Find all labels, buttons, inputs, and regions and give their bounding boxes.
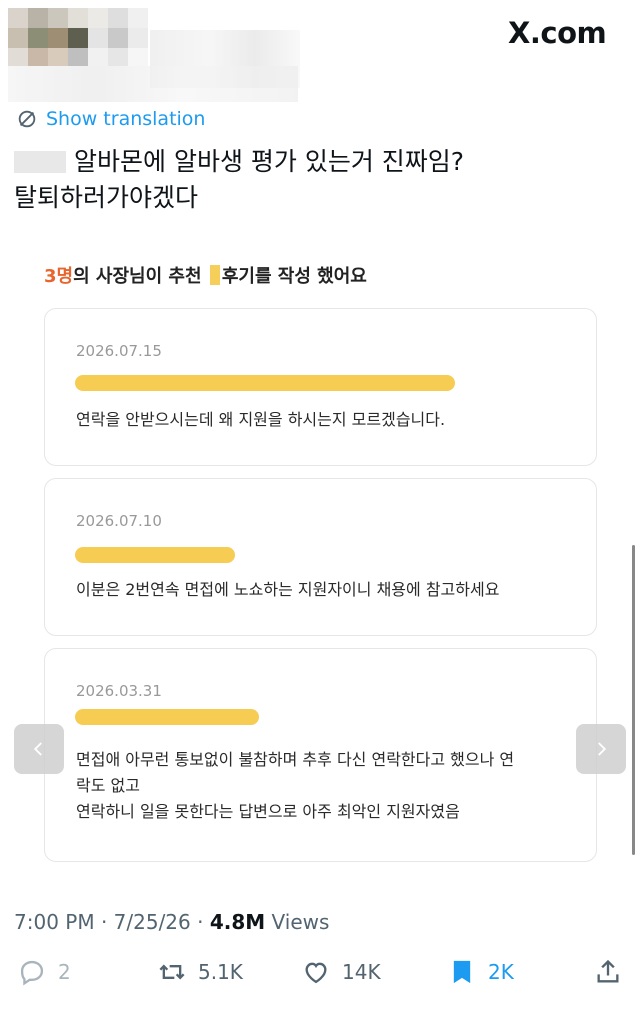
review-text-line: 연락하니 일을 못한다는 답변으로 아주 최악인 지원자였음 (76, 802, 460, 821)
redacted-text (14, 151, 66, 173)
redaction-highlight (75, 375, 455, 391)
reply-button[interactable]: 2 (18, 958, 71, 986)
review-date: 2026.03.31 (76, 682, 162, 700)
show-translation-label: Show translation (46, 108, 206, 130)
views-label: Views (265, 910, 330, 934)
views-count: 4.8M (209, 910, 266, 934)
review-count: 3명 (44, 266, 74, 287)
next-image-button[interactable] (576, 724, 626, 774)
username-redacted (8, 66, 298, 102)
redaction-highlight (75, 709, 259, 725)
highlight-mark (209, 265, 220, 285)
retweet-count: 5.1K (198, 960, 243, 984)
review-text-line: 락도 없고 (76, 776, 140, 795)
translate-icon (18, 110, 36, 128)
review-text-line: 면접애 아무런 통보없이 불참하며 추후 다신 연락한다고 했으나 연 (76, 750, 515, 769)
review-date: 2026.07.10 (76, 512, 162, 530)
review-card: 2026.07.15 연락을 안받으시는데 왜 지원을 하시는지 모르겠습니다. (44, 308, 597, 466)
review-section-title: 3명의 사장님이 추천 후기를 작성 했어요 (44, 262, 367, 288)
share-icon (597, 959, 619, 983)
reply-count: 2 (58, 960, 71, 984)
chevron-right-icon (598, 742, 607, 756)
review-card: 2026.07.10 이분은 2번연속 면접에 노쇼하는 지원자이니 채용에 참… (44, 478, 597, 636)
review-card: 2026.03.31 면접애 아무런 통보없이 불참하며 추후 다신 연락한다고… (44, 648, 597, 862)
review-title-part2: 후기를 작성 했어요 (221, 266, 367, 287)
review-text: 연락을 안받으시는데 왜 지원을 하시는지 모르겠습니다. (76, 410, 446, 429)
x-logo: X.com (508, 16, 607, 50)
redaction-highlight (75, 547, 235, 563)
review-date: 2026.07.15 (76, 342, 162, 360)
like-button[interactable]: 14K (302, 958, 381, 986)
tweet-line-1: 알바몬에 알바생 평가 있는거 진짜임? (74, 147, 465, 176)
reply-icon (20, 960, 44, 986)
tweet-text: 알바몬에 알바생 평가 있는거 진짜임? 탈퇴하러가야겠다 (14, 144, 614, 216)
share-button[interactable] (594, 958, 622, 986)
tweet-line-2: 탈퇴하러가야겠다 (14, 183, 199, 212)
bookmark-icon (453, 960, 471, 984)
review-text: 이분은 2번연속 면접에 노쇼하는 지원자이니 채용에 참고하세요 (76, 580, 500, 599)
retweet-button[interactable]: 5.1K (158, 958, 243, 986)
show-translation-link[interactable]: Show translation (16, 108, 205, 130)
action-bar: 2 5.1K 14K 2K (0, 958, 640, 1004)
scrollbar[interactable] (632, 545, 635, 855)
tweet-timestamp[interactable]: 7:00 PM · 7/25/26 · (14, 910, 210, 934)
avatar[interactable] (8, 8, 148, 66)
tweet-meta: 7:00 PM · 7/25/26 · 4.8M Views (14, 910, 329, 934)
bookmark-count: 2K (488, 960, 514, 984)
prev-image-button[interactable] (14, 724, 64, 774)
retweet-icon (159, 964, 185, 980)
bookmark-button[interactable]: 2K (448, 958, 514, 986)
review-title-part1: 의 사장님이 추천 (73, 266, 202, 287)
review-text: 면접애 아무런 통보없이 불참하며 추후 다신 연락한다고 했으나 연 락도 없… (76, 747, 571, 825)
heart-icon (305, 962, 327, 984)
chevron-left-icon (33, 742, 42, 756)
like-count: 14K (342, 960, 381, 984)
